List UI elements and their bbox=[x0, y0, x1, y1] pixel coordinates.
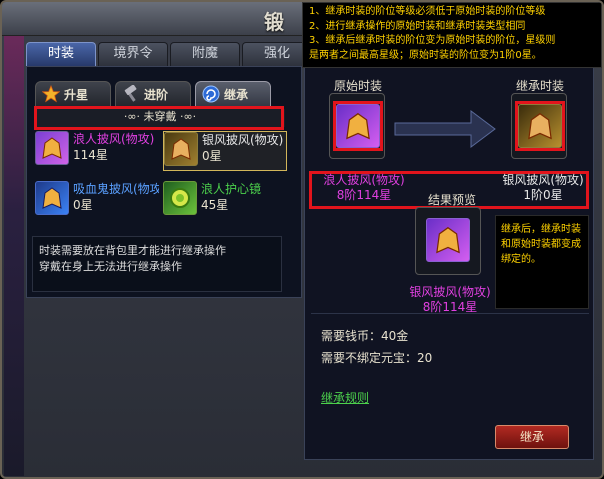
subtab-inherit-label: 继承 bbox=[224, 87, 249, 102]
tooltip-line-1: 1、继承时装的阶位等级必须低于原始时装的阶位等级 bbox=[309, 6, 546, 17]
divider bbox=[311, 313, 589, 314]
target-label: 继承时装 bbox=[515, 79, 564, 93]
coin-cost-row: 需要钱币：40金 bbox=[321, 325, 432, 347]
yuanbao-cost-value: 20 bbox=[417, 351, 433, 365]
subtab-advance-label: 进阶 bbox=[144, 87, 169, 102]
original-name: 浪人披风(物攻) bbox=[323, 173, 405, 187]
item-stars: 0星 bbox=[73, 198, 93, 212]
item-stars: 114星 bbox=[73, 148, 108, 162]
target-name: 银风披风(物攻) bbox=[502, 173, 584, 187]
inherit-window: 锻 时装 境界令 附魔 强化 升星 进阶 继承 ·∞· 未穿戴 ·∞· 浪人披风… bbox=[0, 0, 604, 479]
tab-fashion[interactable]: 时装 bbox=[26, 42, 96, 66]
highlight-box-target bbox=[515, 101, 565, 151]
coin-cost-label: 需要钱币： bbox=[321, 329, 382, 343]
inherit-panel: 原始时装 继承时装 浪人披风(物攻) 8阶114星 银风披风(物攻) 1阶0星 … bbox=[304, 66, 594, 460]
subtab-upgrade-star[interactable]: 升星 bbox=[35, 81, 111, 107]
tooltip-line-2: 2、进行继承操作的原始时装和继承时装类型相同 bbox=[309, 20, 526, 32]
subtab-upgrade-star-label: 升星 bbox=[64, 87, 89, 102]
tab-enchant[interactable]: 附魔 bbox=[170, 42, 240, 66]
tooltip-line-4: 是两者之间最高星级；原始时装的阶位变为1阶0星。 bbox=[309, 49, 542, 61]
item-stars: 0星 bbox=[202, 149, 222, 163]
subtab-inherit[interactable]: 继承 bbox=[195, 81, 271, 107]
list-item[interactable]: 浪人披风(物攻) 114星 bbox=[35, 131, 159, 171]
highlight-box-original bbox=[333, 101, 383, 151]
yuanbao-cost-row: 需要不绑定元宝：20 bbox=[321, 347, 432, 369]
hammer-icon bbox=[122, 84, 140, 103]
result-slot bbox=[415, 207, 481, 275]
sub-tabs: 升星 进阶 继承 bbox=[35, 81, 271, 107]
original-level: 8阶114星 bbox=[336, 188, 392, 202]
target-level: 1阶0星 bbox=[523, 188, 563, 202]
hint-box: 时装需要放在背包里才能进行继承操作 穿戴在身上无法进行继承操作 bbox=[32, 236, 282, 292]
main-tabs: 时装 境界令 附魔 强化 bbox=[26, 42, 312, 66]
item-name: 浪人护心镜 bbox=[201, 182, 262, 196]
rules-tooltip: 1、继承时装的阶位等级必须低于原始时装的阶位等级 2、进行继承操作的原始时装和继… bbox=[302, 2, 602, 68]
result-label: 结果预览 bbox=[427, 193, 476, 207]
coin-cost-value: 40金 bbox=[381, 329, 409, 343]
cape-icon bbox=[426, 218, 470, 262]
inherit-button[interactable]: 继承 bbox=[495, 425, 569, 449]
item-name: 浪人披风(物攻) bbox=[73, 132, 155, 146]
arrow-icon bbox=[394, 110, 496, 148]
cost-info: 需要钱币：40金 需要不绑定元宝：20 bbox=[321, 325, 432, 369]
cape-icon bbox=[35, 131, 69, 165]
list-item[interactable]: 浪人护心镜 45星 bbox=[163, 181, 287, 221]
list-item[interactable]: 银风披风(物攻) 0星 bbox=[163, 131, 287, 171]
hint-line-1: 时装需要放在背包里才能进行继承操作 bbox=[39, 244, 226, 257]
left-decoration-strip bbox=[4, 36, 24, 476]
highlight-box-not-worn bbox=[34, 106, 284, 130]
item-name: 吸血鬼披风(物攻) bbox=[73, 182, 159, 196]
tooltip-line-3: 3、继承后继承时装的阶位变为原始时装的阶位，星级则 bbox=[309, 35, 556, 46]
inherit-rules-link[interactable]: 继承规则 bbox=[321, 389, 369, 406]
tab-realm-token[interactable]: 境界令 bbox=[98, 42, 168, 66]
item-name: 银风披风(物攻) bbox=[202, 133, 284, 147]
swirl-icon bbox=[202, 85, 220, 103]
yuanbao-cost-label: 需要不绑定元宝： bbox=[321, 351, 418, 365]
cape-icon bbox=[164, 132, 198, 166]
result-name: 银风披风(物攻) bbox=[409, 285, 491, 299]
mirror-icon bbox=[163, 181, 197, 215]
inherit-note: 继承后，继承时装和原始时装都变成绑定的。 bbox=[495, 215, 589, 309]
subtab-advance[interactable]: 进阶 bbox=[115, 81, 191, 107]
hint-line-2: 穿戴在身上无法进行继承操作 bbox=[39, 260, 182, 273]
item-stars: 45星 bbox=[201, 198, 229, 212]
cape-icon bbox=[35, 181, 69, 215]
original-label: 原始时装 bbox=[333, 79, 382, 93]
list-item[interactable]: 吸血鬼披风(物攻) 0星 bbox=[35, 181, 159, 221]
star-icon bbox=[41, 84, 61, 103]
